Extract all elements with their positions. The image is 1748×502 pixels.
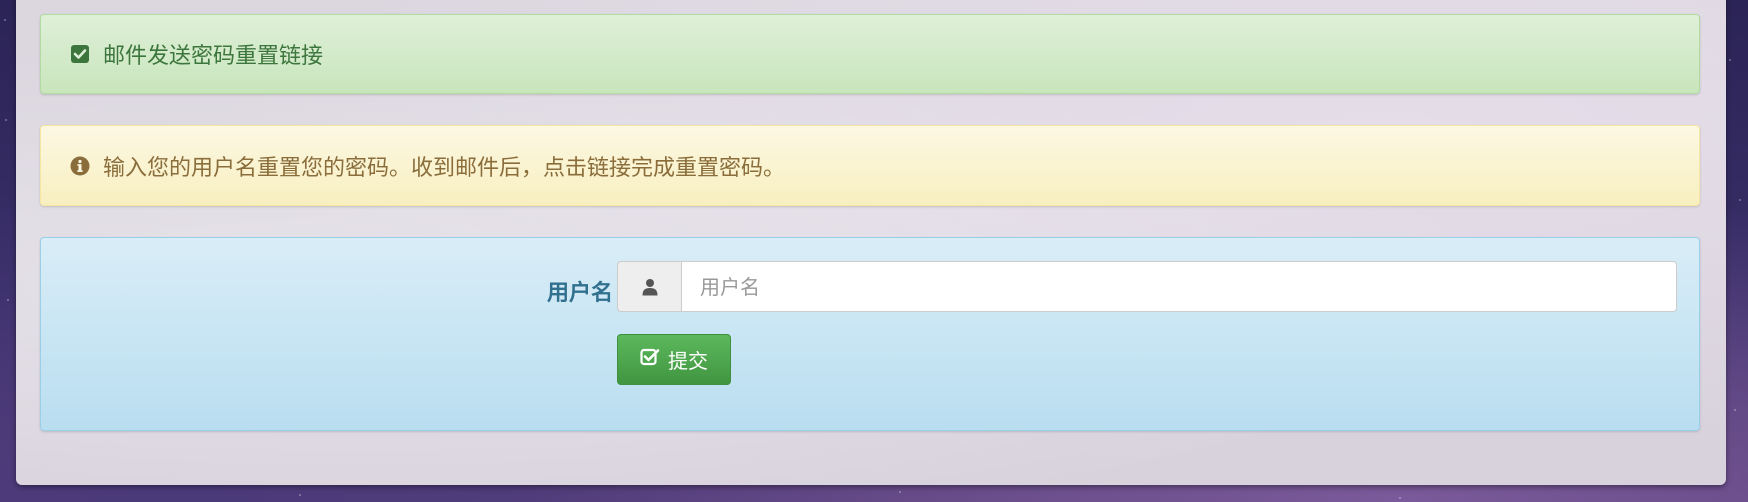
- check-square-icon: [69, 43, 91, 65]
- submit-button[interactable]: 提交: [617, 334, 731, 385]
- submit-button-label: 提交: [668, 349, 708, 373]
- success-alert-text: 邮件发送密码重置链接: [103, 44, 324, 69]
- info-circle-icon: [69, 155, 91, 177]
- check-square-o-icon: [640, 347, 660, 372]
- user-icon: [617, 261, 681, 312]
- username-label: 用户名: [546, 281, 613, 306]
- info-alert-text: 输入您的用户名重置您的密码。收到邮件后，点击链接完成重置密码。: [103, 155, 786, 181]
- reset-form: 用户名 提交: [40, 237, 1700, 431]
- info-alert: 输入您的用户名重置您的密码。收到邮件后，点击链接完成重置密码。: [40, 125, 1700, 206]
- username-input-group: [617, 261, 1677, 312]
- username-input[interactable]: [681, 261, 1677, 312]
- success-alert: 邮件发送密码重置链接: [40, 14, 1700, 94]
